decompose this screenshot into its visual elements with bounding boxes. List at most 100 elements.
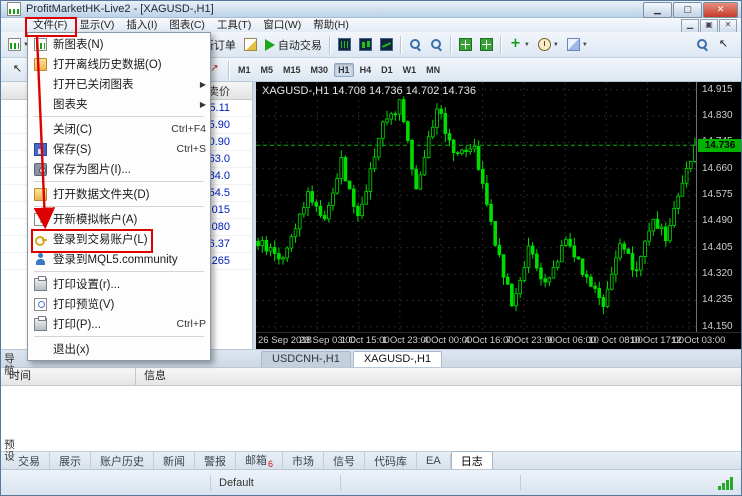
indicators-icon <box>509 38 522 51</box>
price-axis[interactable]: 14.91514.83014.74514.66014.57514.49014.4… <box>696 82 742 333</box>
maximize-button[interactable]: ▢ <box>673 2 702 18</box>
menu-item-label: 打开数据文件夹(D) <box>53 186 206 202</box>
time-column-header[interactable]: 时间 <box>1 368 136 385</box>
minimize-button[interactable]: ▁ <box>643 2 672 18</box>
candle-chart-mode-button[interactable] <box>356 34 375 56</box>
navigator-vertical-tab[interactable]: 导航 <box>2 353 17 376</box>
file-menu-item[interactable]: 打开数据文件夹(D) <box>28 184 210 204</box>
chart-window[interactable]: XAGUSD-,H1 14.708 14.736 14.702 14.736 1… <box>253 82 742 349</box>
file-menu-item[interactable]: 保存(S)Ctrl+S <box>28 139 210 159</box>
cursor-button[interactable] <box>8 59 27 81</box>
tile-windows-icon <box>459 38 472 51</box>
file-menu-item[interactable]: 图表夹▶ <box>28 94 210 114</box>
search-button[interactable] <box>693 34 712 56</box>
menu-item-label: 打印预览(V) <box>53 296 206 312</box>
templates-button[interactable]: ▼ <box>564 34 591 56</box>
indicators-button[interactable]: ▼ <box>506 34 533 56</box>
terminal-body <box>1 386 742 452</box>
timeframe-d1-button[interactable]: D1 <box>377 63 397 77</box>
menu-item-label: 退出(x) <box>53 341 206 357</box>
menubar-item-4[interactable]: 图表(C) <box>163 18 211 32</box>
timeframe-h1-button[interactable]: H1 <box>334 63 354 77</box>
chart-tab-xagusdh1[interactable]: XAGUSD-,H1 <box>353 351 442 367</box>
zoom-in-button[interactable] <box>406 34 425 56</box>
menubar-item-7[interactable]: 帮助(H) <box>307 18 355 32</box>
timeframe-mn-button[interactable]: MN <box>422 63 444 77</box>
printer-icon <box>33 318 47 331</box>
menu-shortcut: Ctrl+P <box>177 318 206 330</box>
menubar-item-1[interactable]: 文件(F) <box>27 18 73 32</box>
time-axis[interactable]: 26 Sep 201828 Sep 03:001 Oct 15:001 Oct … <box>256 332 742 349</box>
timeframe-m15-button[interactable]: M15 <box>279 63 305 77</box>
file-menu-item[interactable]: 登录到MQL5.community <box>28 249 210 269</box>
templates-icon <box>567 38 580 51</box>
terminal-tab[interactable]: 信号 <box>324 452 365 470</box>
menubar-item-3[interactable]: 插入(I) <box>120 18 163 32</box>
terminal-tab[interactable]: 邮箱6 <box>236 451 283 470</box>
menu-bar: ▁ ▣ ✕ 文件(F)显示(V)插入(I)图表(C)工具(T)窗口(W)帮助(H… <box>1 18 741 32</box>
child-close-button[interactable]: ✕ <box>719 19 737 33</box>
timeframe-m1-button[interactable]: M1 <box>234 63 255 77</box>
file-menu-item[interactable]: 开新模拟帐户(A) <box>28 209 210 229</box>
price-tick-label: 14.915 <box>702 84 733 95</box>
file-menu-item[interactable]: 打印预览(V) <box>28 294 210 314</box>
toolbar-separator <box>500 36 502 54</box>
auto-arrange-button[interactable] <box>477 34 496 56</box>
terminal-tab[interactable]: 账户历史 <box>91 452 154 470</box>
menubar-item-5[interactable]: 工具(T) <box>211 18 257 32</box>
file-menu-item[interactable]: 打印(P)... Ctrl+P <box>28 314 210 334</box>
menubar-item-2[interactable]: 显示(V) <box>73 18 120 32</box>
status-spacer <box>521 475 717 491</box>
file-menu-item[interactable]: 打开离线历史数据(O) <box>28 54 210 74</box>
bar-chart-mode-icon <box>338 38 351 51</box>
menu-item-label: 关闭(C) <box>53 121 165 137</box>
profile-indicator[interactable]: Default <box>211 475 341 491</box>
terminal-tab[interactable]: EA <box>417 454 451 468</box>
terminal-tab[interactable]: 新闻 <box>154 452 195 470</box>
tile-windows-button[interactable] <box>456 34 475 56</box>
price-chart[interactable] <box>256 82 697 333</box>
message-column-header[interactable]: 信息 <box>136 368 742 385</box>
file-menu-item[interactable]: 登录到交易账户(L) <box>28 229 210 249</box>
terminal-tab[interactable]: 市场 <box>283 452 324 470</box>
terminal-tab[interactable]: 展示 <box>50 452 91 470</box>
presets-vertical-tab[interactable]: 预设 <box>2 439 17 462</box>
periods-button[interactable]: ▼ <box>535 34 562 56</box>
folder-icon <box>33 58 47 71</box>
terminal-tab[interactable]: 警报 <box>195 452 236 470</box>
timeframe-m30-button[interactable]: M30 <box>307 63 333 77</box>
file-menu-item[interactable]: 关闭(C)Ctrl+F4 <box>28 119 210 139</box>
file-menu-item[interactable]: 打开已关闭图表▶ <box>28 74 210 94</box>
menu-item-label: 保存为图片(I)... <box>53 161 206 177</box>
chevron-down-icon: ▼ <box>582 42 588 48</box>
camera-icon <box>33 163 47 176</box>
toolbar-separator <box>450 36 452 54</box>
zoom-in-icon <box>409 38 422 51</box>
menubar-item-6[interactable]: 窗口(W) <box>257 18 307 32</box>
candle-chart-mode-icon <box>359 38 372 51</box>
menu-shortcut: Ctrl+S <box>177 143 206 155</box>
metaeditor-button[interactable] <box>241 34 260 56</box>
chart-tab-usdcnhh1[interactable]: USDCNH-,H1 <box>261 351 351 367</box>
menu-item-label: 新图表(N) <box>53 36 206 52</box>
menu-item-label: 打印(P)... <box>53 316 171 332</box>
close-button[interactable]: ✕ <box>703 2 738 18</box>
menu-item-label: 登录到MQL5.community <box>53 251 206 267</box>
line-chart-mode-button[interactable] <box>377 34 396 56</box>
timeframe-h4-button[interactable]: H4 <box>356 63 376 77</box>
child-minimize-button[interactable]: ▁ <box>681 19 699 33</box>
file-menu-item[interactable]: 保存为图片(I)... <box>28 159 210 179</box>
pointer-button[interactable] <box>714 34 733 56</box>
zoom-out-button[interactable] <box>427 34 446 56</box>
file-menu-item[interactable]: 打印设置(r)... <box>28 274 210 294</box>
child-restore-button[interactable]: ▣ <box>700 19 718 33</box>
timeframe-w1-button[interactable]: W1 <box>399 63 421 77</box>
autotrading-button[interactable]: 自动交易 <box>262 34 325 56</box>
bar-chart-mode-button[interactable] <box>335 34 354 56</box>
metaeditor-icon <box>244 38 257 51</box>
file-menu-item[interactable]: 退出(x) <box>28 339 210 359</box>
terminal-tab[interactable]: 代码库 <box>365 452 417 470</box>
timeframe-m5-button[interactable]: M5 <box>257 63 278 77</box>
terminal-tab[interactable]: 日志 <box>451 451 493 471</box>
file-menu-item[interactable]: 新图表(N) <box>28 34 210 54</box>
